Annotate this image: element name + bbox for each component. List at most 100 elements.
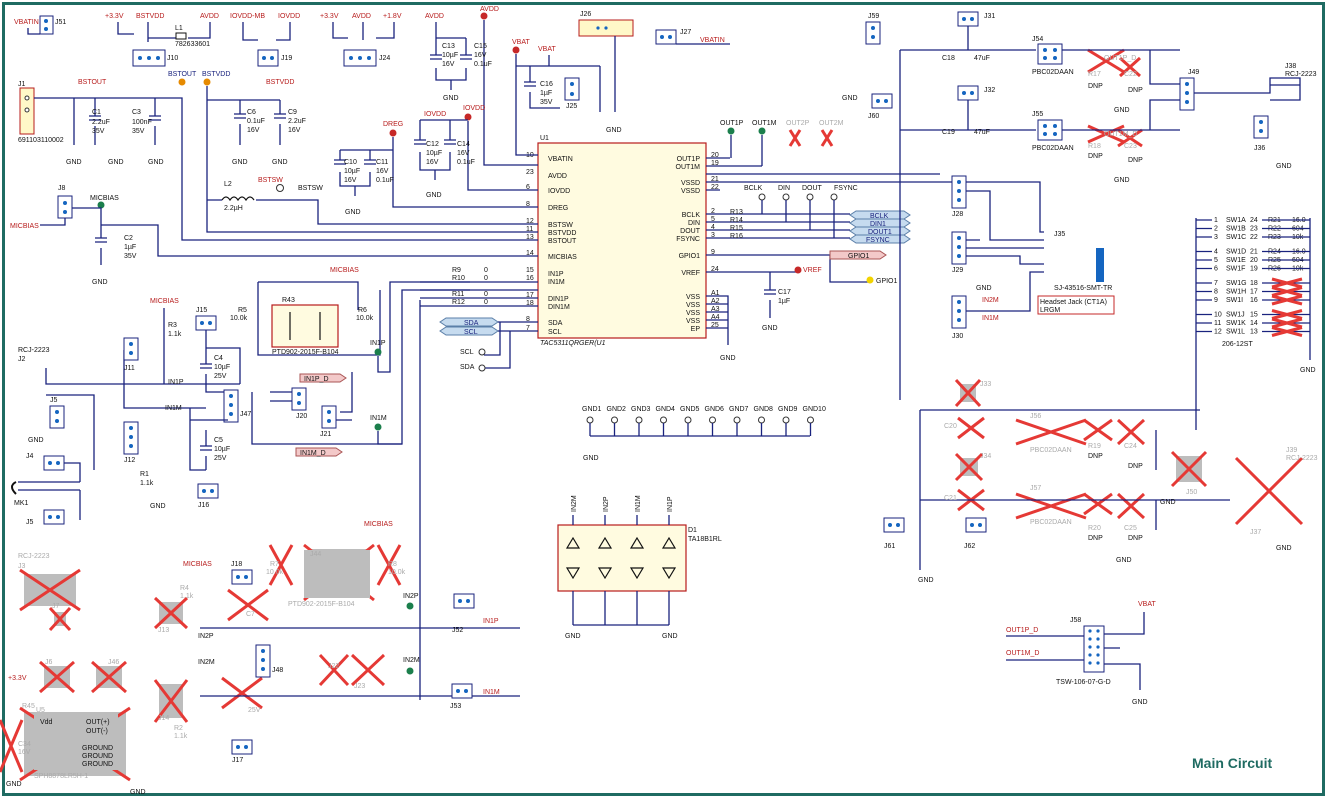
out1p-testpoint[interactable] xyxy=(727,127,735,135)
gpio1-testpoint[interactable] xyxy=(866,276,874,284)
j32-header[interactable] xyxy=(957,85,979,101)
net-iovdd-a: IOVDD xyxy=(278,13,300,20)
dnp-cross xyxy=(1083,418,1113,442)
j25-header[interactable] xyxy=(564,77,580,101)
in2p-testpoint[interactable] xyxy=(406,602,414,610)
net-out1p-d: OUT1P_D xyxy=(1104,55,1136,62)
gnd-testpoint[interactable] xyxy=(611,416,618,424)
r14-label: R14 xyxy=(730,217,743,224)
j8-header[interactable] xyxy=(57,195,73,219)
u1-ic[interactable]: U1 TAC5311QRGER(U1 VBATIN10AVDD23IOVDD6D… xyxy=(526,135,720,347)
j48-header[interactable] xyxy=(255,644,271,678)
mk1-label: MK1 xyxy=(14,500,29,507)
net-bstout-a: BSTOUT xyxy=(78,79,107,86)
gnd-c3: GND xyxy=(148,159,164,166)
j1-connector[interactable] xyxy=(19,87,35,135)
r43-pot[interactable] xyxy=(271,304,339,348)
gnd-testpoint[interactable] xyxy=(733,416,741,424)
c13-value: 10µF xyxy=(442,52,458,59)
mk1-mic[interactable] xyxy=(11,481,17,495)
dreg-testpoint[interactable] xyxy=(389,129,397,137)
j31-header[interactable] xyxy=(957,11,979,27)
j18-header[interactable] xyxy=(231,569,253,585)
u1-pin-avdd: AVDD xyxy=(548,173,567,180)
bclk-testpoint[interactable] xyxy=(758,193,766,201)
j62-header[interactable] xyxy=(965,517,987,533)
j27-header[interactable] xyxy=(655,29,677,45)
fsync-testpoint[interactable] xyxy=(830,193,838,201)
dout-testpoint[interactable] xyxy=(806,193,814,201)
d1-tvs-array[interactable] xyxy=(557,524,687,592)
j10-label: J10 xyxy=(167,55,178,62)
j29-header[interactable] xyxy=(951,231,967,265)
j31-label: J31 xyxy=(984,13,995,20)
j49-header[interactable] xyxy=(1179,77,1195,111)
j60-header[interactable] xyxy=(871,93,893,109)
j55-part: PBC02DAAN xyxy=(1032,145,1074,152)
vref-testpoint[interactable] xyxy=(794,266,802,274)
scl-testpoint[interactable] xyxy=(478,348,486,356)
j12-header[interactable] xyxy=(123,421,139,455)
c24-dnp: DNP xyxy=(1128,463,1143,470)
j21-header[interactable] xyxy=(321,405,337,429)
sda-testpoint[interactable] xyxy=(478,364,486,372)
j61-header[interactable] xyxy=(883,517,905,533)
j17-header[interactable] xyxy=(231,739,253,755)
j4-header[interactable] xyxy=(43,455,65,471)
j12-label: J12 xyxy=(124,457,135,464)
j24-header[interactable] xyxy=(343,49,377,67)
bstvdd-testpoint[interactable] xyxy=(203,78,211,86)
j10-header[interactable] xyxy=(132,49,166,67)
j5-header[interactable] xyxy=(49,405,65,429)
net-dout: DOUT xyxy=(802,185,823,192)
in1p-testpoint[interactable] xyxy=(374,348,382,356)
net-micbias-e: MICBIAS xyxy=(183,561,212,568)
c19-value: 47uF xyxy=(974,129,990,136)
j59-header[interactable] xyxy=(865,21,881,45)
avdd-testpoint[interactable] xyxy=(480,12,488,20)
vbat-testpoint[interactable] xyxy=(512,46,520,54)
j15-header[interactable] xyxy=(195,315,217,331)
j11-header[interactable] xyxy=(123,337,139,361)
j30-header[interactable] xyxy=(951,295,967,329)
r1-label: R1 xyxy=(140,471,149,478)
gnd-testpoint[interactable] xyxy=(709,416,716,424)
d1-pin-label: IN1P xyxy=(667,496,674,512)
j20-header[interactable] xyxy=(291,387,307,411)
gnd-testpoint[interactable] xyxy=(635,416,643,424)
j52-header[interactable] xyxy=(453,593,475,609)
gnd-testpoint[interactable] xyxy=(782,416,790,424)
j51-header[interactable] xyxy=(39,15,54,35)
j3-part: RCJ-2223 xyxy=(18,553,50,560)
gnd-testpoint[interactable] xyxy=(586,416,594,424)
bstsw-testpoint[interactable] xyxy=(276,184,284,192)
flag-gpio1b: GPIO1 xyxy=(876,278,898,285)
j58-header[interactable] xyxy=(1083,625,1105,673)
j28-header[interactable] xyxy=(951,175,967,209)
j36-header[interactable] xyxy=(1253,115,1269,139)
j54-header[interactable] xyxy=(1037,43,1063,65)
j55-header[interactable] xyxy=(1037,119,1063,141)
gnd-testpoint[interactable] xyxy=(758,416,765,424)
gnd-testpoint[interactable] xyxy=(660,416,667,424)
din-testpoint[interactable] xyxy=(782,193,790,201)
out1m-testpoint[interactable] xyxy=(758,127,766,135)
j47-header[interactable] xyxy=(223,389,239,423)
gnd-testpoint[interactable] xyxy=(684,416,692,424)
in1m-testpoint[interactable] xyxy=(374,423,382,431)
gnd-testpoint[interactable] xyxy=(807,416,814,424)
j53-header[interactable] xyxy=(451,683,473,699)
sw-pin: 24 xyxy=(1250,217,1258,224)
c12-label: C12 xyxy=(426,141,439,148)
bstout-testpoint[interactable] xyxy=(178,78,186,86)
net-vbat-c: VBAT xyxy=(1138,601,1156,608)
j35-jack[interactable] xyxy=(1096,248,1104,282)
j19-header[interactable] xyxy=(257,49,279,67)
j16-header[interactable] xyxy=(197,483,219,499)
c17-value: 1µF xyxy=(778,298,790,305)
in2m-testpoint[interactable] xyxy=(406,667,414,675)
j26-header[interactable] xyxy=(578,19,634,37)
c1-value: 2.2uF xyxy=(92,119,110,126)
j5b-header[interactable] xyxy=(43,509,65,525)
c2-cap xyxy=(95,237,107,243)
